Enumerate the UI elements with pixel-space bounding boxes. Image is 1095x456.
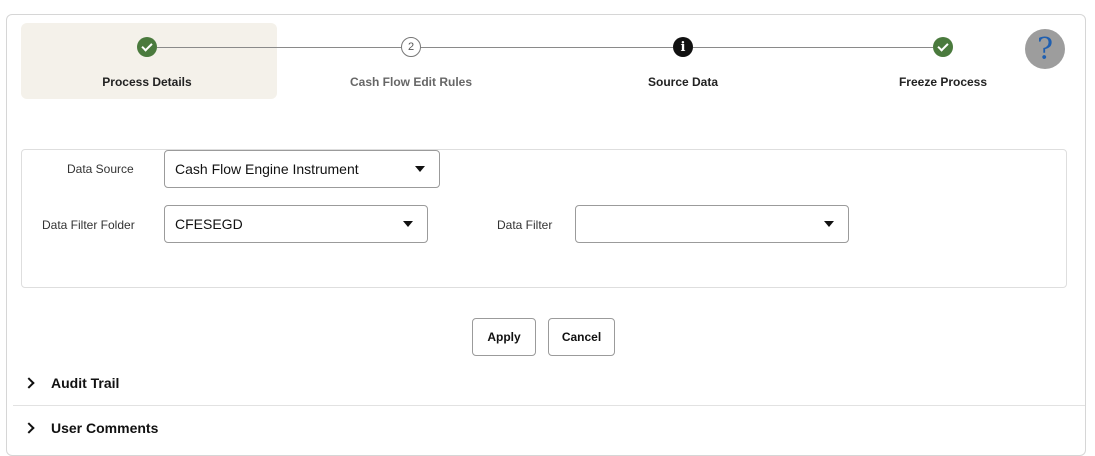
train-connector [157, 47, 401, 48]
chevron-down-icon [824, 221, 834, 227]
audit-trail-toggle[interactable]: Audit Trail [23, 375, 120, 391]
step-source-data-node[interactable]: i [673, 37, 693, 57]
step-cash-flow-edit-rules-label[interactable]: Cash Flow Edit Rules [311, 75, 511, 89]
step-cash-flow-edit-rules-node[interactable]: 2 [401, 37, 421, 57]
user-comments-toggle[interactable]: User Comments [23, 420, 159, 436]
data-filter-label: Data Filter [497, 218, 553, 232]
data-source-value: Cash Flow Engine Instrument [175, 161, 359, 177]
data-source-label: Data Source [67, 162, 134, 176]
help-icon: ? [1036, 31, 1054, 67]
info-icon: i [680, 39, 686, 55]
data-filter-select[interactable] [575, 205, 849, 243]
data-filter-folder-value: CFESEGD [175, 216, 243, 232]
chevron-right-icon [23, 377, 35, 389]
train-connector [693, 47, 933, 48]
audit-trail-label: Audit Trail [51, 375, 120, 391]
chevron-down-icon [415, 166, 425, 172]
step-source-data-label[interactable]: Source Data [583, 75, 783, 89]
step-freeze-process-label[interactable]: Freeze Process [843, 75, 1043, 89]
train-connector [421, 47, 673, 48]
section-divider [13, 405, 1085, 406]
data-filter-folder-select[interactable]: CFESEGD [164, 205, 428, 243]
chevron-down-icon [403, 221, 413, 227]
help-button[interactable]: ? [1025, 29, 1065, 69]
cancel-button[interactable]: Cancel [548, 318, 615, 356]
source-data-panel: Data Source Cash Flow Engine Instrument … [21, 149, 1067, 288]
process-window: 2 i Process Details Cash Flow Edit Rules… [6, 14, 1086, 456]
data-source-select[interactable]: Cash Flow Engine Instrument [164, 150, 440, 188]
step-process-details-node[interactable] [137, 37, 157, 57]
step-number: 2 [407, 41, 415, 53]
step-process-details-label[interactable]: Process Details [47, 75, 247, 89]
chevron-right-icon [23, 422, 35, 434]
step-freeze-process-node[interactable] [933, 37, 953, 57]
check-icon [937, 39, 949, 52]
apply-button[interactable]: Apply [472, 318, 536, 356]
check-icon [141, 39, 153, 52]
data-filter-folder-label: Data Filter Folder [42, 218, 135, 232]
user-comments-label: User Comments [51, 420, 159, 436]
